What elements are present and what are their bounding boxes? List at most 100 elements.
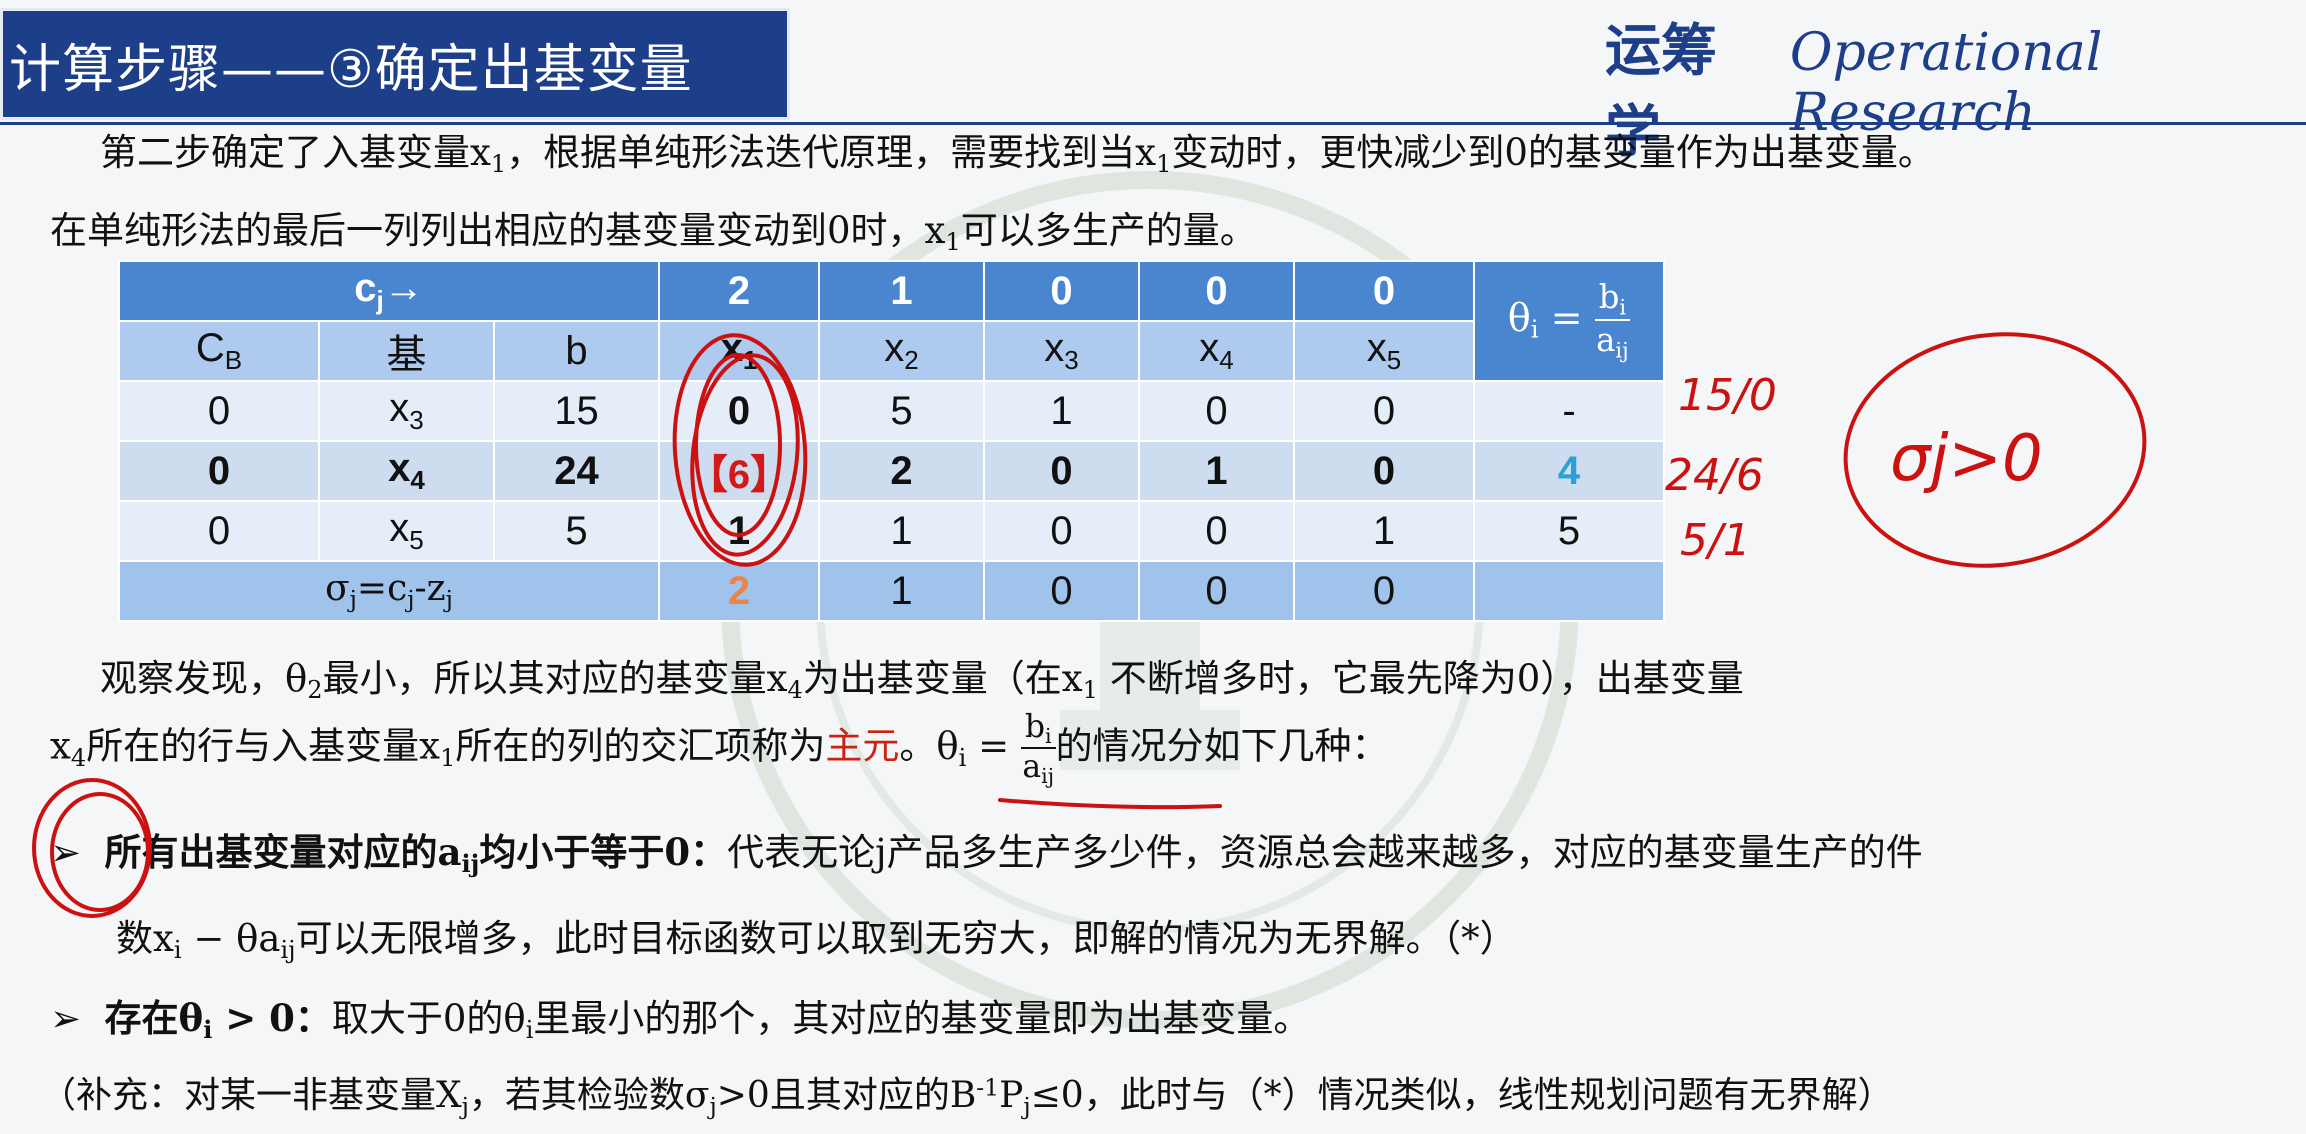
cj-value: 2 xyxy=(658,260,820,322)
basis-name: x xyxy=(389,506,410,551)
var-name: x xyxy=(884,326,905,371)
b1-l2-b: − θa xyxy=(181,917,281,960)
basis-sub: 3 xyxy=(409,404,424,435)
cell-basis: x5 xyxy=(318,500,495,562)
sup-a: （补充：对某一非基变量X xyxy=(40,1075,462,1116)
p1-text-a: 第二步确定了入基变量x xyxy=(100,131,491,174)
b1-text: 代表无论j产品多生产多少件，资源总会越来越多，对应的基变量生产的件 xyxy=(727,831,1923,874)
sigma-minus: -z xyxy=(414,568,446,610)
b1-l2-a: 数x xyxy=(116,917,174,960)
var-name: x xyxy=(1044,326,1065,371)
p4-text-b: 所在的行与入基变量x xyxy=(86,724,441,768)
frac-den-sub: ij xyxy=(1041,763,1055,788)
cell-theta-min: 4 xyxy=(1473,440,1665,502)
sup-b-sub: j xyxy=(709,1092,717,1121)
basis-sub: 4 xyxy=(410,464,425,495)
paragraph-4: x4所在的行与入基变量x1所在的列的交汇项称为主元。θ i = bi aij 的情况分… xyxy=(50,711,1389,788)
sup-c-sup: -1 xyxy=(976,1073,1000,1102)
cell-basis: x4 xyxy=(318,440,495,502)
cj-arrow: → xyxy=(383,266,424,311)
cj-sub: j xyxy=(376,284,384,315)
theta-num: b xyxy=(1598,278,1620,317)
cell-value: 0 xyxy=(983,440,1140,502)
b2-text-a: 取大于0的θ xyxy=(331,997,526,1040)
cell-theta: - xyxy=(1473,380,1665,442)
ink-circle-note: σj>0 xyxy=(1890,422,2043,496)
sup-c: >0且其对应的B xyxy=(716,1075,977,1116)
p2-text-b: 可以多生产的量。 xyxy=(960,209,1257,252)
sigma-row: σj=cj-zj 2 1 0 0 0 xyxy=(118,560,1665,622)
var-sub: 2 xyxy=(904,344,919,375)
p4-text-f: 的情况分如下几种： xyxy=(1055,724,1389,768)
col-header-x3: x3 xyxy=(983,320,1140,382)
p2-text-a: 在单纯形法的最后一列列出相应的基变量变动到0时，x xyxy=(50,209,946,252)
p3-text-b: 最小，所以其对应的基变量x xyxy=(322,657,788,700)
bullet-1-line-2: 数xi − θaij可以无限增多，此时目标函数可以取到无穷大，即解的情况为无界解… xyxy=(116,908,1517,964)
cb-label: C xyxy=(195,326,225,371)
paragraph-1: 第二步确定了入基变量x1，根据单纯形法迭代原理，需要找到当x1变动时，更快减少到… xyxy=(100,122,1935,178)
slide-title: 计算步骤——③确定出基变量 xyxy=(9,39,693,100)
theta-lhs: θ xyxy=(1507,295,1531,340)
theta-num-sub: i xyxy=(1619,295,1627,320)
var-name: x xyxy=(720,326,743,371)
cell-theta: 5 xyxy=(1473,500,1665,562)
ink-circle-sigma xyxy=(1843,332,2147,568)
theta-header: θi = bi aij xyxy=(1473,260,1665,382)
bullet-1: ➢ 所有出基变量对应的aij均小于等于0：代表无论j产品多生产多少件，资源总会越… xyxy=(50,822,1923,878)
cell-b: 15 xyxy=(493,380,660,442)
b1-bold-b: 均小于等于0： xyxy=(479,830,728,874)
cell-value: 0 xyxy=(1138,500,1295,562)
bullet-arrow-icon: ➢ xyxy=(50,831,82,874)
sigma-c-sub: j xyxy=(407,585,415,614)
sup-a-sub: j xyxy=(461,1092,469,1121)
cell-value: 1 xyxy=(1138,440,1295,502)
cj-label-cell: cj→ xyxy=(118,260,660,322)
sigma-z-sub: j xyxy=(445,585,453,614)
ink-note: 5/1 xyxy=(1680,515,1751,566)
var-name: x xyxy=(1366,326,1387,371)
cell-value: 2 xyxy=(818,440,985,502)
bullet-2: ➢ 存在θi > 0：取大于0的θi里最小的那个，其对应的基变量即为出基变量。 xyxy=(50,988,1310,1044)
cell-value: 0 xyxy=(1293,380,1475,442)
simplex-table: cj→ 2 1 0 0 0 θi = bi aij CB 基 b x1 x2 x… xyxy=(118,260,1665,622)
cell-value: 0 xyxy=(983,500,1140,562)
sigma-value: 0 xyxy=(1138,560,1295,622)
cell-value: 1 xyxy=(1293,500,1475,562)
cell-cb: 0 xyxy=(118,500,320,562)
cell-cb: 0 xyxy=(118,440,320,502)
paragraph-3: 观察发现，θ2最小，所以其对应的基变量x4为出基变量（在x1 不断增多时，它最先… xyxy=(100,648,1744,704)
theta-ratio-fraction: bi aij xyxy=(1020,711,1056,788)
cell-value: 0 xyxy=(658,380,820,442)
sigma-sub: j xyxy=(349,585,357,614)
theta-den: a xyxy=(1596,320,1616,359)
sup-d-sub: j xyxy=(1023,1092,1031,1121)
sup-d: P xyxy=(999,1075,1024,1116)
sigma-value: 0 xyxy=(983,560,1140,622)
b2-bold-b: > 0： xyxy=(212,996,332,1040)
slide: 计算步骤——③确定出基变量 运筹学 Operational Research 第… xyxy=(0,0,2306,1134)
p3-text-a: 观察发现，θ xyxy=(100,657,308,700)
cell-cb: 0 xyxy=(118,380,320,442)
sigma-symbol: σ xyxy=(325,568,350,610)
p1-text-b: ，根据单纯形法迭代原理，需要找到当x xyxy=(506,131,1157,174)
supplement-note: （补充：对某一非基变量Xj，若其检验数σj>0且其对应的B-1Pj≤0，此时与（… xyxy=(40,1066,1894,1120)
cj-label: c xyxy=(354,266,377,311)
sigma-value: 1 xyxy=(818,560,985,622)
sigma-value: 2 xyxy=(658,560,820,622)
var-sub: 1 xyxy=(742,344,758,375)
brand-logo: 运筹学 Operational Research xyxy=(1605,6,2306,165)
cell-b: 5 xyxy=(493,500,660,562)
var-sub: 5 xyxy=(1386,344,1402,375)
p3-sub-c: 1 xyxy=(1082,676,1098,705)
p1-sub-a: 1 xyxy=(490,150,507,179)
p3-sub-b: 4 xyxy=(787,676,803,705)
basis-sub: 5 xyxy=(409,524,424,555)
col-header-x1: x1 xyxy=(658,320,820,382)
b2-bold-a: 存在θ xyxy=(104,996,204,1040)
col-header-b: b xyxy=(493,320,660,382)
bullet-arrow-icon: ➢ xyxy=(50,997,82,1040)
theta-lhs-sub: i xyxy=(1530,314,1539,344)
p4-sub-b: 1 xyxy=(440,743,456,772)
p4-sub-a: 4 xyxy=(70,743,87,772)
b1-l2-sub1: i xyxy=(173,936,182,965)
